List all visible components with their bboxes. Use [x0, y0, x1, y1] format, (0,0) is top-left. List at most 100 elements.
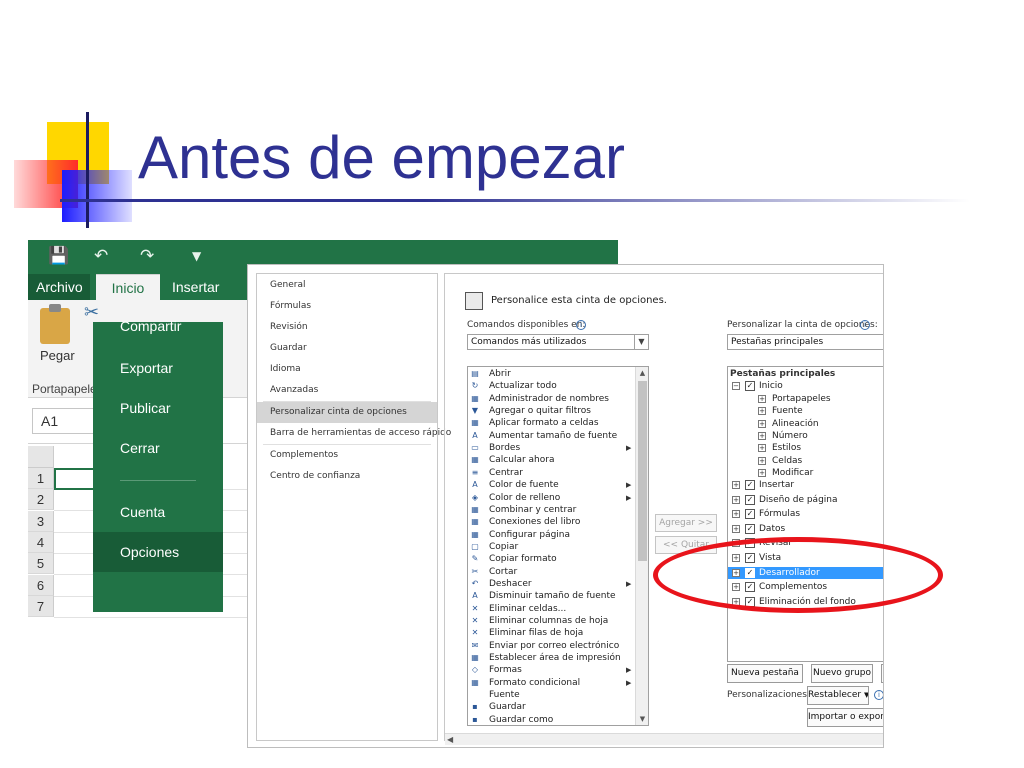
collapse-icon[interactable]: − — [732, 382, 740, 391]
panel-horizontal-scrollbar[interactable]: ◀ — [445, 733, 883, 746]
expand-icon[interactable]: + — [732, 495, 740, 504]
command-item[interactable]: ▼ Agregar o quitar filtros — [468, 405, 636, 417]
command-item[interactable]: Fuente — [468, 689, 636, 701]
paste-icon[interactable] — [40, 304, 70, 344]
tab-file[interactable]: Archivo — [28, 274, 90, 300]
checkbox[interactable]: ✓ — [745, 381, 755, 392]
row-header[interactable]: 6 — [28, 574, 54, 596]
options-nav-item[interactable]: Guardar — [257, 338, 437, 359]
save-icon[interactable]: 💾 — [48, 246, 69, 266]
options-nav-item[interactable]: Centro de confianza — [257, 466, 437, 487]
command-item[interactable]: A Aumentar tamaño de fuente — [468, 430, 636, 442]
command-item[interactable]: ▤ Abrir — [468, 368, 636, 380]
backstage-item[interactable]: Cerrar — [93, 428, 223, 468]
row-header[interactable]: 4 — [28, 531, 54, 553]
backstage-item[interactable]: Opciones — [93, 532, 223, 572]
commands-from-select[interactable]: Comandos más utilizados ▼ — [467, 334, 649, 350]
select-all-corner[interactable] — [28, 446, 54, 468]
command-item[interactable]: ▦ Administrador de nombres — [468, 393, 636, 405]
undo-icon[interactable]: ↶ — [94, 246, 108, 266]
row-header[interactable]: 7 — [28, 595, 54, 617]
options-nav-item[interactable]: Revisión — [257, 317, 437, 338]
backstage-item[interactable]: Exportar — [93, 348, 223, 388]
command-item[interactable]: ↻ Actualizar todo — [468, 380, 636, 392]
command-item[interactable]: ▦ Conexiones del libro — [468, 516, 636, 528]
tree-item[interactable]: + Modificar — [728, 467, 883, 479]
tree-item[interactable]: + ✓ Datos — [728, 523, 883, 535]
tree-item[interactable]: + ✓ Diseño de página — [728, 494, 883, 506]
command-item[interactable]: ◈ Color de relleno ▶ — [468, 492, 636, 504]
name-box[interactable]: A1 — [32, 408, 102, 434]
expand-icon[interactable]: + — [758, 456, 766, 465]
expand-icon[interactable]: + — [758, 407, 766, 416]
backstage-item[interactable]: Compartir — [93, 306, 223, 346]
row-header[interactable]: 2 — [28, 489, 54, 511]
options-nav-item[interactable]: Fórmulas — [257, 296, 437, 317]
row-header[interactable]: 5 — [28, 553, 54, 575]
new-tab-button[interactable]: Nueva pestaña — [727, 664, 803, 683]
row-header[interactable]: 3 — [28, 510, 54, 532]
tree-item[interactable]: + Alineación — [728, 418, 883, 430]
command-item[interactable]: ✕ Eliminar filas de hoja — [468, 627, 636, 639]
checkbox[interactable]: ✓ — [745, 523, 755, 534]
command-item[interactable]: ▢ Copiar — [468, 541, 636, 553]
backstage-item[interactable]: Publicar — [93, 388, 223, 428]
expand-icon[interactable]: + — [732, 481, 740, 489]
chevron-down-icon[interactable]: ▼ — [634, 335, 648, 349]
add-button[interactable]: Agregar >> — [655, 514, 717, 532]
options-nav-item[interactable]: Avanzadas — [257, 380, 437, 401]
command-item[interactable]: ▦ Combinar y centrar — [468, 504, 636, 516]
command-item[interactable]: ✉ Enviar por correo electrónico — [468, 640, 636, 652]
checkbox[interactable]: ✓ — [745, 494, 755, 505]
customize-qat-icon[interactable]: ▼ — [192, 249, 201, 263]
tree-item[interactable]: + Estilos — [728, 442, 883, 454]
backstage-item[interactable]: Cuenta — [93, 492, 223, 532]
import-export-button[interactable]: Importar o exportar — [807, 708, 883, 727]
tree-item[interactable]: + Celdas — [728, 455, 883, 467]
command-item[interactable]: ▪ Guardar — [468, 701, 636, 713]
command-item[interactable]: ▦ Aplicar formato a celdas — [468, 417, 636, 429]
reset-button[interactable]: Restablecer ▼ — [807, 686, 869, 705]
tree-item[interactable]: + Portapapeles — [728, 393, 883, 405]
tab-home[interactable]: Inicio — [96, 274, 160, 300]
command-item[interactable]: A Color de fuente ▶ — [468, 479, 636, 491]
expand-icon[interactable]: + — [732, 524, 740, 533]
scroll-down-icon[interactable]: ▼ — [636, 713, 648, 725]
tab-insert[interactable]: Insertar — [164, 274, 227, 300]
options-nav-item[interactable]: Personalizar cinta de opciones — [257, 402, 437, 423]
command-item[interactable]: ◇ Formas ▶ — [468, 664, 636, 676]
tree-item[interactable]: + Fuente — [728, 405, 883, 417]
options-nav-item[interactable]: Idioma — [257, 359, 437, 380]
commands-scrollbar[interactable]: ▲ ▼ — [635, 367, 648, 725]
command-item[interactable]: A Disminuir tamaño de fuente — [468, 590, 636, 602]
options-nav-item[interactable]: Barra de herramientas de acceso rápido — [257, 423, 451, 444]
checkbox[interactable]: ✓ — [745, 509, 755, 520]
command-item[interactable]: ≡ Centrar — [468, 467, 636, 479]
command-item[interactable]: ▦ Configurar página — [468, 529, 636, 541]
command-item[interactable]: ▦ Establecer área de impresión — [468, 652, 636, 664]
expand-icon[interactable]: + — [758, 394, 766, 403]
scroll-up-icon[interactable]: ▲ — [636, 367, 648, 379]
rename-button[interactable] — [881, 664, 883, 683]
expand-icon[interactable]: + — [758, 444, 766, 453]
command-item[interactable]: ▪ Guardar como — [468, 714, 636, 725]
command-item[interactable]: ✎ Copiar formato — [468, 553, 636, 565]
tree-item[interactable]: − ✓ Inicio — [728, 380, 883, 392]
options-nav-item[interactable]: General — [257, 275, 437, 296]
command-item[interactable]: ✕ Eliminar celdas... — [468, 603, 636, 615]
ribbon-tabs-tree[interactable]: Pestañas principales − ✓ Inicio + Portapapele… — [727, 366, 883, 662]
new-group-button[interactable]: Nuevo grupo — [811, 664, 873, 683]
scroll-left-icon[interactable]: ◀ — [447, 734, 453, 746]
command-item[interactable]: ✂ Cortar — [468, 566, 636, 578]
checkbox[interactable]: ✓ — [745, 480, 755, 490]
options-nav-item[interactable]: Complementos — [257, 445, 437, 466]
tree-item[interactable]: + Número — [728, 430, 883, 442]
customize-ribbon-select[interactable]: Pestañas principales — [727, 334, 883, 350]
tree-item[interactable]: + ✓ Insertar — [728, 479, 883, 491]
command-item[interactable]: ✕ Eliminar columnas de hoja — [468, 615, 636, 627]
row-header[interactable]: 1 — [28, 468, 54, 489]
command-item[interactable]: ▦ Calcular ahora — [468, 454, 636, 466]
expand-icon[interactable]: + — [758, 419, 766, 428]
redo-icon[interactable]: ↷ — [140, 246, 154, 266]
command-item[interactable]: ▦ Formato condicional ▶ — [468, 677, 636, 689]
